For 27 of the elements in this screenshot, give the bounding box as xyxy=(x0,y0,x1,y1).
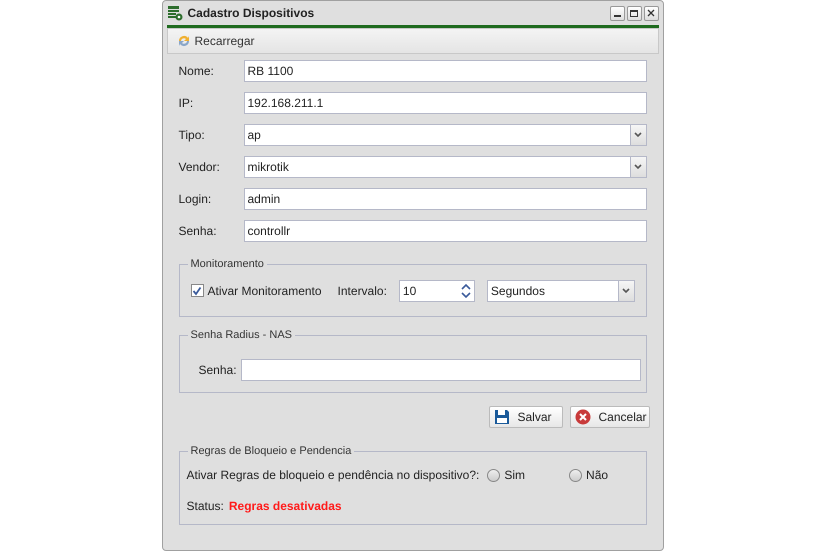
radio-label: Sim xyxy=(504,467,526,484)
input-field[interactable]: controllr xyxy=(244,220,646,242)
input-field[interactable]: 192.168.211.1 xyxy=(244,92,646,114)
reload-button[interactable]: Recarregar xyxy=(176,32,255,50)
unit-select[interactable]: Segundos xyxy=(486,280,634,302)
cancel-button[interactable]: Cancelar xyxy=(570,406,650,428)
field-label: Senha: xyxy=(178,223,218,240)
input-field[interactable]: RB 1100 xyxy=(244,60,646,82)
select-field[interactable]: mikrotik xyxy=(244,156,646,178)
window-title: Cadastro Dispositivos xyxy=(188,5,314,22)
group-legend: Regras de Bloqueio e Pendencia xyxy=(188,444,354,458)
status-label: Status: xyxy=(186,498,224,515)
save-button[interactable]: Salvar xyxy=(488,406,562,428)
interval-spinner[interactable]: 10 xyxy=(398,280,475,302)
question-label: Ativar Regras de bloqueio e pendência no dispositivo?: xyxy=(186,467,480,484)
input-field[interactable]: admin xyxy=(244,188,646,210)
select-field[interactable]: ap xyxy=(244,124,646,146)
field-label: Tipo: xyxy=(178,127,206,144)
field-label: Login: xyxy=(178,191,212,208)
field-label: Vendor: xyxy=(178,159,221,176)
checkbox-label: Ativar Monitoramento xyxy=(208,282,322,300)
status-value: Regras desativadas xyxy=(228,498,342,515)
field-label: Nome: xyxy=(178,63,215,80)
field-label: IP: xyxy=(178,95,194,112)
interval-label: Intervalo: xyxy=(338,282,387,300)
field-label: Senha: xyxy=(198,362,237,379)
radio-label: Não xyxy=(586,467,608,484)
